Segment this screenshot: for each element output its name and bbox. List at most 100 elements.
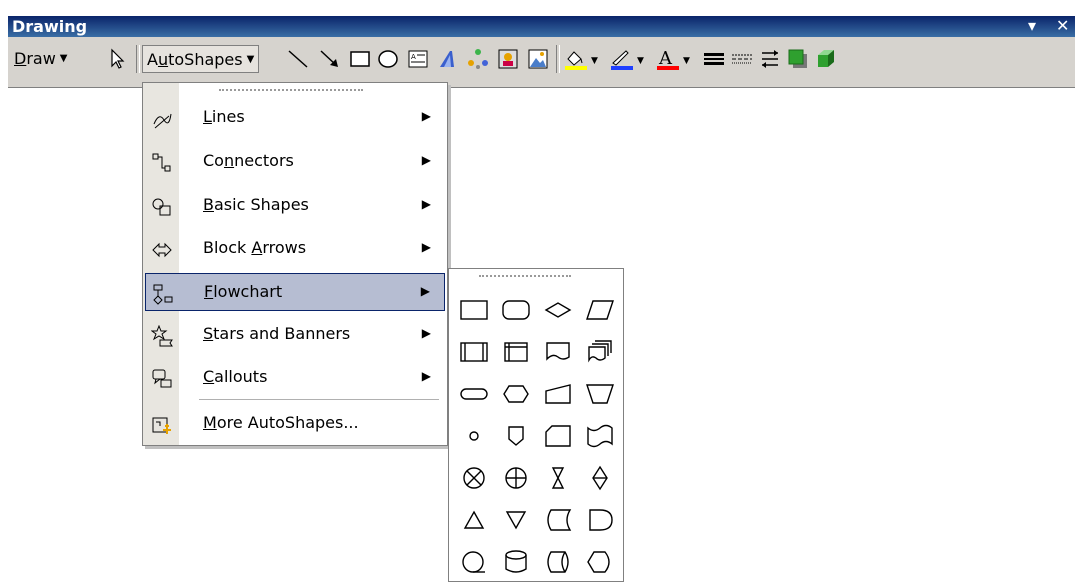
connectors-icon	[152, 153, 171, 172]
drawing-toolbar: Drawing ▾ ✕ Draw ▼ AutoShapes ▼ A ▼ ▼ A ▼	[8, 4, 1075, 90]
dash-style-icon[interactable]	[730, 47, 754, 71]
menu-drag-handle[interactable]	[219, 89, 363, 95]
arrow-icon[interactable]	[318, 47, 342, 71]
stars-banners-icon	[151, 325, 173, 347]
submenu-arrow-icon: ▶	[421, 109, 431, 123]
flowchart-direct-access-storage-icon[interactable]	[537, 541, 579, 583]
menu-item-label: Callouts	[203, 367, 268, 386]
flowchart-manual-operation-icon[interactable]	[579, 373, 621, 415]
flowchart-predefined-process-icon[interactable]	[453, 331, 495, 373]
menu-item-label: Stars and Banners	[203, 324, 351, 343]
menu-item-connectors[interactable]: Connectors ▶	[145, 143, 445, 181]
flowchart-preparation-icon[interactable]	[495, 373, 537, 415]
toolbar-separator	[556, 45, 560, 73]
autoshapes-label: AutoShapes	[147, 49, 243, 69]
menu-item-label: Basic Shapes	[203, 195, 309, 214]
flowchart-internal-storage-icon[interactable]	[495, 331, 537, 373]
toolbar-row: Draw ▼ AutoShapes ▼ A ▼ ▼ A ▼	[8, 37, 1075, 88]
menu-item-basic-shapes[interactable]: Basic Shapes ▶	[145, 187, 445, 225]
flowchart-magnetic-disk-icon[interactable]	[495, 541, 537, 583]
more-autoshapes-icon	[152, 417, 171, 434]
submenu-arrow-icon: ▶	[420, 284, 430, 298]
submenu-arrow-icon: ▶	[421, 326, 431, 340]
wordart-icon[interactable]	[436, 47, 460, 71]
line-icon[interactable]	[286, 47, 310, 71]
draw-label: Draw	[14, 48, 56, 68]
autoshapes-button[interactable]: AutoShapes ▼	[142, 45, 260, 73]
toolbar-title: Drawing	[12, 17, 88, 36]
svg-text:A: A	[411, 53, 416, 61]
select-objects-icon[interactable]	[106, 47, 130, 71]
flowchart-terminator-icon[interactable]	[453, 373, 495, 415]
flowchart-summing-junction-icon[interactable]	[453, 457, 495, 499]
menu-item-callouts[interactable]: Callouts ▶	[145, 359, 445, 397]
menu-item-flowchart[interactable]: Flowchart ▶	[145, 273, 445, 311]
flowchart-data-icon[interactable]	[579, 289, 621, 331]
line-style-icon[interactable]	[702, 47, 726, 71]
submenu-arrow-icon: ▶	[421, 153, 431, 167]
flowchart-or-icon[interactable]	[495, 457, 537, 499]
callouts-icon	[152, 369, 172, 388]
flowchart-connector-icon[interactable]	[453, 415, 495, 457]
flowchart-submenu	[448, 268, 624, 582]
menu-item-block-arrows[interactable]: Block Arrows ▶	[145, 230, 445, 268]
svg-text:▼: ▼	[591, 56, 598, 66]
flowchart-multidocument-icon[interactable]	[579, 331, 621, 373]
flowchart-off-page-connector-icon[interactable]	[495, 415, 537, 457]
flowchart-sort-icon[interactable]	[579, 457, 621, 499]
draw-menu-button[interactable]: Draw ▼	[14, 45, 68, 71]
flowchart-display-icon[interactable]	[579, 541, 621, 583]
submenu-arrow-icon: ▶	[421, 197, 431, 211]
line-color-icon[interactable]: ▼	[608, 47, 648, 71]
flowchart-extract-icon[interactable]	[453, 499, 495, 541]
flowchart-decision-icon[interactable]	[537, 289, 579, 331]
svg-text:▼: ▼	[683, 56, 690, 66]
flowchart-alternate-process-icon[interactable]	[495, 289, 537, 331]
toolbar-separator	[136, 45, 140, 73]
flowchart-shape-grid	[453, 289, 621, 583]
flowchart-sequential-access-storage-icon[interactable]	[453, 541, 495, 583]
fill-color-icon[interactable]: ▼	[562, 47, 602, 71]
basic-shapes-icon	[152, 198, 171, 216]
flowchart-icon	[153, 284, 173, 305]
svg-text:▼: ▼	[637, 56, 644, 66]
menu-item-label: More AutoShapes...	[203, 413, 359, 432]
shadow-style-icon[interactable]	[786, 47, 810, 71]
clip-art-icon[interactable]	[496, 47, 520, 71]
submenu-drag-handle[interactable]	[479, 275, 571, 281]
flowchart-manual-input-icon[interactable]	[537, 373, 579, 415]
flowchart-merge-icon[interactable]	[495, 499, 537, 541]
toolbar-options-icon[interactable]: ▾	[1028, 16, 1036, 35]
menu-divider	[199, 399, 439, 400]
font-color-icon[interactable]: A ▼	[654, 47, 694, 71]
submenu-arrow-icon: ▶	[421, 240, 431, 254]
flowchart-document-icon[interactable]	[537, 331, 579, 373]
menu-item-lines[interactable]: Lines ▶	[145, 99, 445, 137]
3d-style-icon[interactable]	[814, 47, 838, 71]
flowchart-stored-data-icon[interactable]	[537, 499, 579, 541]
flowchart-process-icon[interactable]	[453, 289, 495, 331]
menu-item-stars-and-banners[interactable]: Stars and Banners ▶	[145, 316, 445, 354]
chevron-down-icon: ▼	[246, 53, 255, 65]
flowchart-card-icon[interactable]	[537, 415, 579, 457]
lines-icon	[153, 113, 172, 129]
flowchart-collate-icon[interactable]	[537, 457, 579, 499]
svg-text:A: A	[658, 48, 673, 69]
menu-item-label: Block Arrows	[203, 238, 307, 257]
menu-item-label: Connectors	[203, 151, 294, 170]
menu-item-label: Flowchart	[204, 282, 283, 301]
autoshapes-menu: Lines ▶ Connectors ▶ Basic Shapes ▶ Bloc…	[142, 82, 448, 446]
diagram-icon[interactable]	[466, 47, 490, 71]
arrow-style-icon[interactable]	[758, 47, 782, 71]
text-box-icon[interactable]: A	[406, 47, 430, 71]
flowchart-punched-tape-icon[interactable]	[579, 415, 621, 457]
block-arrows-icon	[152, 242, 172, 258]
toolbar-title-bar[interactable]: Drawing ▾ ✕	[8, 16, 1075, 37]
rectangle-icon[interactable]	[348, 47, 372, 71]
oval-icon[interactable]	[376, 47, 400, 71]
menu-item-label: Lines	[203, 107, 245, 126]
close-icon[interactable]: ✕	[1056, 16, 1069, 35]
flowchart-delay-icon[interactable]	[579, 499, 621, 541]
menu-item-more-autoshapes[interactable]: More AutoShapes...	[145, 405, 445, 443]
insert-picture-icon[interactable]	[526, 47, 550, 71]
